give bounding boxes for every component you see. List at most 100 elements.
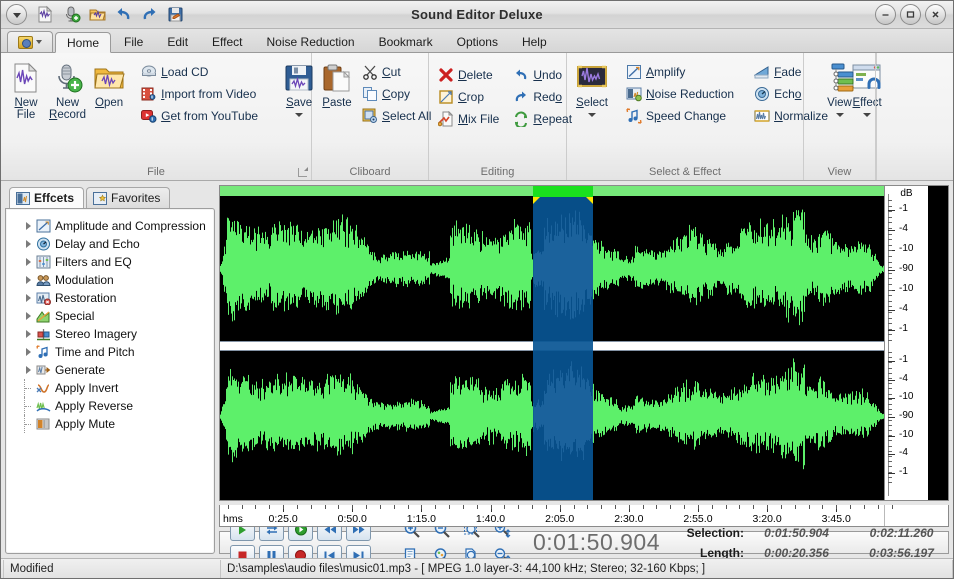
noise-reduction-button[interactable]: Noise Reduction xyxy=(624,83,739,104)
expand-arrow-icon[interactable] xyxy=(24,348,33,356)
cut-button[interactable]: Cut xyxy=(360,61,436,82)
waveform-view[interactable]: dB -1-4-10-90-10-4-1-1-4-10-90-10-4-1 xyxy=(219,185,949,501)
open-button[interactable]: Open xyxy=(91,59,127,112)
waveform-canvas[interactable] xyxy=(220,186,884,500)
selection-handle-right[interactable] xyxy=(586,197,593,204)
application-button[interactable] xyxy=(7,31,53,52)
expand-arrow-icon[interactable] xyxy=(24,366,33,374)
quick-access-toolbar xyxy=(1,4,187,26)
tree-item[interactable]: Delay and Echo xyxy=(10,235,210,253)
expand-arrow-icon[interactable] xyxy=(24,312,33,320)
save-icon[interactable] xyxy=(163,4,187,26)
copy-button[interactable]: Copy xyxy=(360,83,436,104)
crop-button[interactable]: Crop xyxy=(436,86,504,107)
expand-arrow-icon[interactable] xyxy=(24,222,33,230)
db-minor-tick xyxy=(888,399,892,400)
undo-icon[interactable] xyxy=(111,4,135,26)
tab-effects[interactable]: Effcets xyxy=(9,187,84,208)
tree-item[interactable]: Stereo Imagery xyxy=(10,325,210,343)
tree-item[interactable]: Apply Reverse xyxy=(10,397,210,415)
tab-help[interactable]: Help xyxy=(511,31,558,52)
minimize-button[interactable] xyxy=(875,4,896,25)
mix-file-button[interactable]: Mix File xyxy=(436,108,504,129)
expand-arrow-icon[interactable] xyxy=(24,330,33,338)
selection-handle-left[interactable] xyxy=(533,197,540,204)
amplify-button[interactable]: Amplify xyxy=(624,61,739,82)
expand-arrow-icon[interactable] xyxy=(24,240,33,248)
ruler-tick-label: 0:50.0 xyxy=(338,513,367,525)
selection-label: Selection: xyxy=(682,526,744,540)
time-ruler-scale[interactable]: hms 0:25.00:50.01:15.01:40.02:05.02:30.0… xyxy=(220,505,884,526)
overview-selection[interactable] xyxy=(533,186,592,197)
close-button[interactable] xyxy=(925,4,946,25)
tree-item[interactable]: Time and Pitch xyxy=(10,343,210,361)
file-dialog-launcher[interactable] xyxy=(298,168,307,177)
ruler-minor-tick xyxy=(380,505,381,509)
tab-options[interactable]: Options xyxy=(446,31,509,52)
tab-favorites[interactable]: Favorites xyxy=(86,187,170,208)
tab-home[interactable]: Home xyxy=(55,32,111,53)
tree-item[interactable]: Modulation xyxy=(10,271,210,289)
tab-edit[interactable]: Edit xyxy=(156,31,199,52)
redo-icon[interactable] xyxy=(137,4,161,26)
tree-item[interactable]: Apply Mute xyxy=(10,415,210,433)
app-menu-dropdown[interactable] xyxy=(6,4,27,25)
tab-effect[interactable]: Effect xyxy=(201,31,253,52)
expand-arrow-icon[interactable] xyxy=(24,258,33,266)
select-label: Select xyxy=(576,97,608,109)
db-minor-tick xyxy=(888,329,892,330)
tree-item[interactable]: Generate xyxy=(10,361,210,379)
tree-item[interactable]: Special xyxy=(10,307,210,325)
time-ruler[interactable]: hms 0:25.00:50.01:15.01:40.02:05.02:30.0… xyxy=(219,505,949,527)
maximize-button[interactable] xyxy=(900,4,921,25)
chevron-down-icon[interactable] xyxy=(836,113,844,117)
tree-item[interactable]: Amplitude and Compression xyxy=(10,217,210,235)
speed-change-button[interactable]: Speed Change xyxy=(624,105,739,126)
delete-label: Delete xyxy=(458,68,493,82)
delete-button[interactable]: Delete xyxy=(436,64,504,85)
tab-noise-reduction[interactable]: Noise Reduction xyxy=(256,31,366,52)
view-button[interactable]: View xyxy=(814,59,866,120)
get-from-youtube-button[interactable]: Get from YouTube xyxy=(139,105,263,126)
group-label-view: View xyxy=(804,163,875,180)
expand-arrow-icon[interactable] xyxy=(24,294,33,302)
tab-file[interactable]: File xyxy=(113,31,154,52)
db-minor-tick xyxy=(888,256,892,257)
db-minor-tick xyxy=(888,290,892,291)
expand-arrow-icon[interactable] xyxy=(24,276,33,284)
tree-item-label: Apply Invert xyxy=(55,381,118,395)
import-from-video-button[interactable]: Import from Video xyxy=(139,83,263,104)
new-file-icon[interactable] xyxy=(33,4,57,26)
load-cd-button[interactable]: Load CD xyxy=(139,61,263,82)
record-icon[interactable] xyxy=(59,4,83,26)
db-minor-tick xyxy=(888,388,892,389)
cd-icon xyxy=(141,64,157,80)
paste-button[interactable]: Paste xyxy=(319,59,355,112)
status-bar: Modified D:\samples\audio files\music01.… xyxy=(1,558,953,578)
selection-region[interactable] xyxy=(533,197,592,500)
chevron-down-icon[interactable] xyxy=(588,113,596,117)
waveform-right-margin xyxy=(928,186,948,500)
open-icon[interactable] xyxy=(85,4,109,26)
db-minor-tick xyxy=(888,206,892,207)
reverse-icon xyxy=(36,399,52,414)
tree-item[interactable]: Apply Invert xyxy=(10,379,210,397)
ribbon-group-clipboard: Paste Cut xyxy=(312,53,429,180)
new-record-button[interactable]: NewRecord xyxy=(47,59,88,124)
overview-strip[interactable] xyxy=(220,186,884,197)
select-all-button[interactable]: Select All xyxy=(360,105,436,126)
select-button[interactable]: Select xyxy=(574,59,610,120)
crop-icon xyxy=(438,89,454,105)
tab-bookmark[interactable]: Bookmark xyxy=(368,31,444,52)
ruler-minor-tick xyxy=(643,505,644,509)
tree-item-label: Delay and Echo xyxy=(55,237,140,251)
fade-icon xyxy=(754,64,770,80)
chevron-down-icon[interactable] xyxy=(295,113,303,117)
new-file-button[interactable]: NewFile xyxy=(8,59,44,124)
effects-tree[interactable]: Amplitude and Compression Delay and Echo F… xyxy=(5,208,215,554)
tree-item[interactable]: Filters and EQ xyxy=(10,253,210,271)
ruler-minor-tick xyxy=(850,505,851,509)
ruler-minor-tick xyxy=(615,505,616,509)
tree-item[interactable]: Restoration xyxy=(10,289,210,307)
db-minor-tick xyxy=(888,482,892,483)
